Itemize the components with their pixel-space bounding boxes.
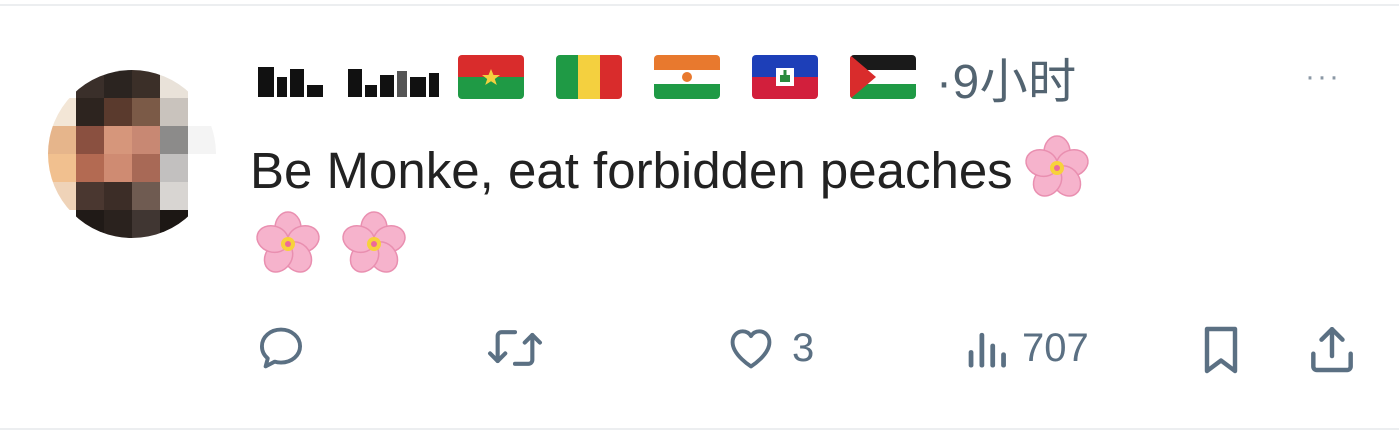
views-count: 707 [1022, 325, 1089, 370]
retweet-icon [488, 330, 542, 366]
bookmark-button[interactable] [1195, 322, 1247, 378]
like-button[interactable]: 3 [722, 322, 814, 374]
retweet-button[interactable] [482, 322, 560, 374]
tweet-text: Be Monke, eat forbidden peaches [250, 130, 1350, 211]
tweet-text-content: Be Monke, eat forbidden peaches [250, 142, 1013, 199]
divider [0, 428, 1399, 430]
palestine-flag-icon [850, 55, 916, 99]
like-count: 3 [792, 325, 815, 370]
niger-flag-icon [654, 55, 720, 99]
mali-flag-icon [556, 55, 622, 99]
haiti-flag-icon [752, 55, 818, 99]
tweet-card: ·9小时 ··· Be Monke, eat forbidden peaches [0, 0, 1399, 442]
share-button[interactable] [1304, 320, 1360, 378]
bookmark-icon [1204, 326, 1238, 374]
cherry-blossom-icon [250, 206, 326, 282]
reply-icon [259, 327, 303, 369]
share-icon [1311, 326, 1353, 373]
divider [0, 4, 1399, 6]
cherry-blossom-icon [336, 206, 412, 282]
emoji-line [250, 206, 412, 282]
action-bar: 3 707 [250, 318, 1360, 378]
reply-button[interactable] [252, 322, 322, 374]
avatar-image [48, 70, 216, 238]
avatar[interactable] [48, 70, 216, 238]
heart-icon [730, 329, 772, 369]
burkina-faso-flag-icon [458, 55, 524, 99]
timestamp[interactable]: ·9小时 [936, 42, 1077, 112]
author-name[interactable] [258, 57, 442, 97]
views-button[interactable]: 707 [962, 322, 1089, 374]
cherry-blossom-icon [1019, 130, 1095, 206]
more-options-icon[interactable]: ··· [1305, 60, 1341, 94]
tweet-header: ·9小时 [258, 46, 1358, 109]
flag-row [458, 55, 916, 99]
views-icon [968, 332, 1006, 368]
